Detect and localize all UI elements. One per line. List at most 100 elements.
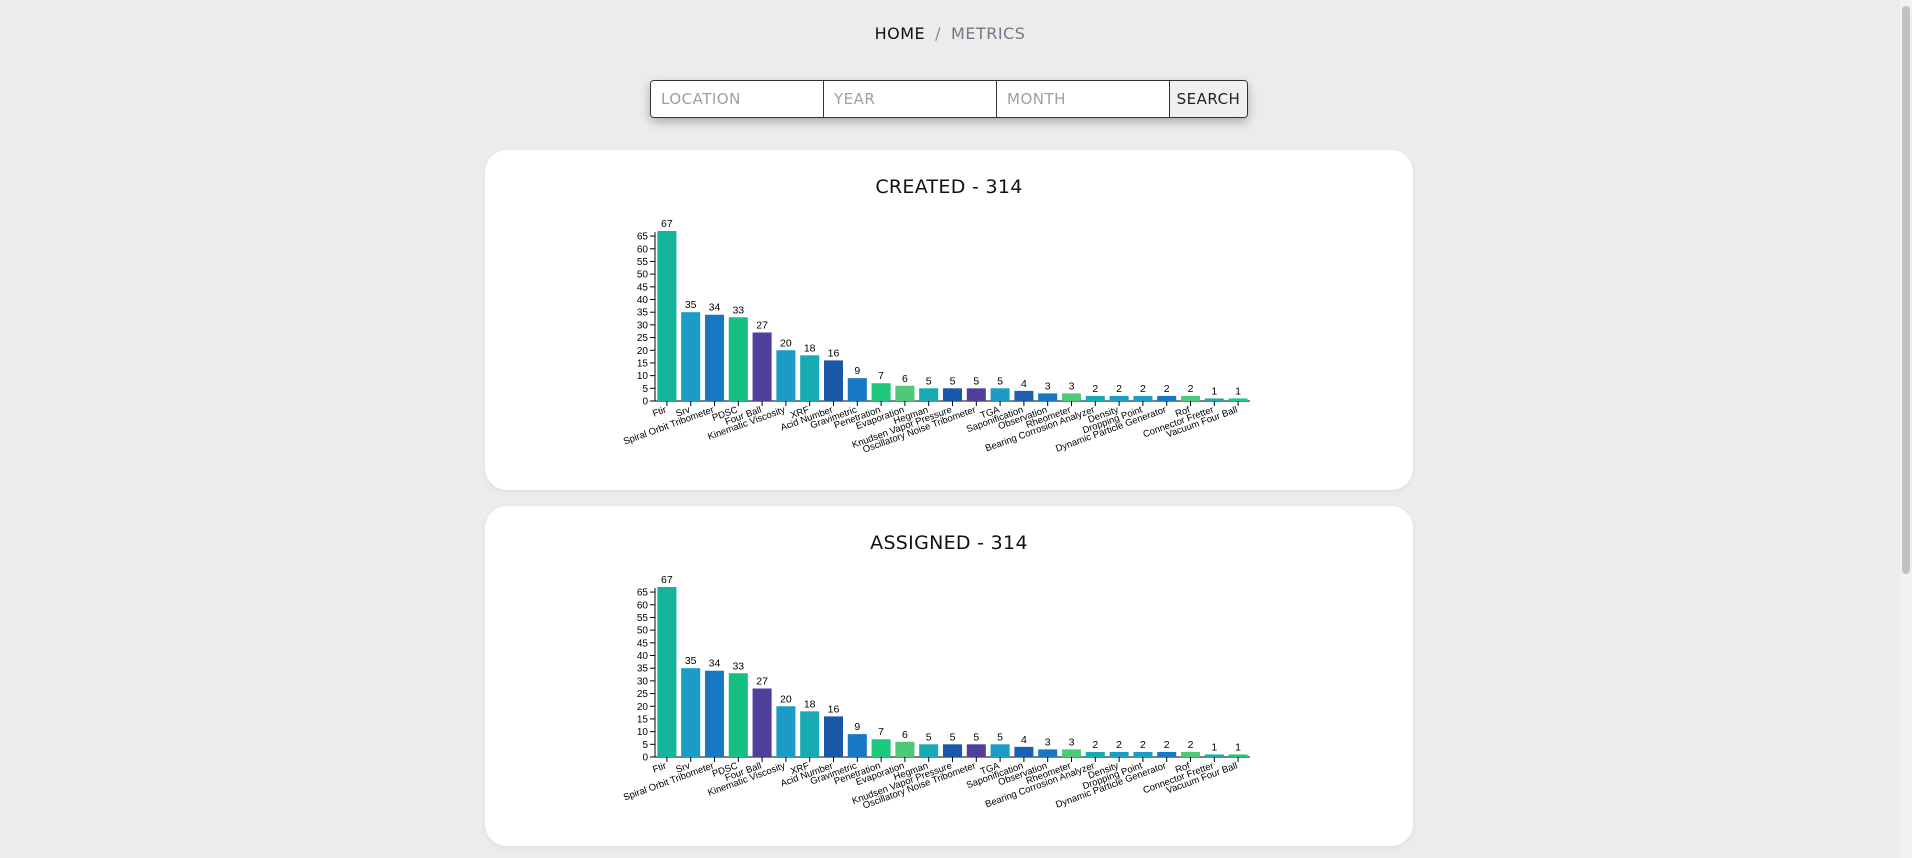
y-tick-label: 60 (637, 244, 649, 255)
bar (895, 741, 915, 757)
y-tick-label: 15 (637, 358, 649, 369)
scrollbar-thumb[interactable] (1902, 6, 1910, 574)
breadcrumb-separator: / (935, 24, 942, 43)
breadcrumb-home-link[interactable]: HOME (875, 24, 926, 43)
y-tick-label: 40 (637, 295, 649, 306)
data-label: 3 (1045, 380, 1051, 392)
data-label: 2 (1188, 739, 1194, 751)
y-tick-label: 45 (637, 638, 649, 649)
breadcrumb: HOME / METRICS (0, 24, 1900, 43)
data-label: 5 (997, 731, 1003, 743)
bar (704, 314, 725, 401)
x-tick-label: Spiral Orbit Tribometer (622, 760, 716, 803)
y-tick-label: 25 (637, 689, 649, 700)
x-tick-label: Spiral Orbit Tribometer (622, 404, 716, 447)
y-tick-label: 25 (637, 333, 649, 344)
data-label: 5 (973, 731, 979, 743)
year-input[interactable] (824, 81, 997, 117)
bar (704, 670, 725, 757)
y-tick-label: 60 (637, 600, 649, 611)
bar (966, 744, 986, 757)
data-label: 9 (854, 365, 860, 377)
y-tick-label: 30 (637, 676, 649, 687)
bar (776, 350, 796, 401)
bar (1014, 746, 1034, 757)
bar (1038, 749, 1058, 757)
bar (728, 317, 748, 401)
bar (823, 360, 844, 401)
month-input[interactable] (997, 81, 1170, 117)
bar (1204, 398, 1224, 401)
bar (1109, 395, 1129, 401)
data-label: 20 (780, 337, 792, 349)
bar (657, 587, 677, 757)
location-input[interactable] (651, 81, 824, 117)
y-tick-label: 65 (637, 588, 649, 599)
bar (1157, 751, 1177, 757)
y-tick-label: 35 (637, 308, 649, 319)
data-label: 2 (1140, 739, 1146, 751)
y-tick-label: 55 (637, 257, 649, 268)
bar (1133, 751, 1153, 757)
y-tick-label: 20 (637, 702, 649, 713)
data-label: 2 (1188, 383, 1194, 395)
y-tick-label: 45 (637, 282, 649, 293)
y-tick-label: 35 (637, 664, 649, 675)
data-label: 2 (1164, 739, 1170, 751)
bar (800, 355, 820, 401)
y-tick-label: 50 (637, 270, 649, 281)
y-tick-label: 55 (637, 613, 649, 624)
data-label: 4 (1021, 734, 1027, 746)
page-scrollbar[interactable] (1900, 0, 1912, 858)
bar (1061, 393, 1082, 401)
data-label: 1 (1211, 385, 1217, 397)
y-tick-label: 10 (637, 727, 649, 738)
data-label: 3 (1069, 736, 1075, 748)
y-tick-label: 15 (637, 714, 649, 725)
bar (681, 312, 701, 401)
data-label: 1 (1211, 741, 1217, 753)
data-label: 27 (756, 675, 768, 687)
data-label: 18 (804, 342, 816, 354)
data-label: 5 (950, 731, 956, 743)
y-tick-label: 20 (637, 346, 649, 357)
bar (823, 716, 844, 757)
bar (728, 673, 748, 757)
data-label: 6 (902, 729, 908, 741)
bar (1228, 754, 1248, 757)
bar (966, 388, 986, 401)
data-label: 5 (973, 375, 979, 387)
bar (800, 711, 820, 757)
bar (871, 383, 891, 401)
bar (1085, 751, 1105, 757)
bar (895, 385, 915, 401)
bar (1061, 749, 1082, 757)
data-label: 6 (902, 373, 908, 385)
data-label: 16 (828, 347, 840, 359)
data-label: 7 (878, 726, 884, 738)
bar (871, 739, 891, 757)
bar (776, 706, 796, 757)
data-label: 2 (1164, 383, 1170, 395)
y-tick-label: 50 (637, 626, 649, 637)
assigned-bar-chart: 0510152025303540455055606567Ftir35Srv34S… (622, 574, 1250, 812)
data-label: 9 (854, 721, 860, 733)
data-label: 1 (1235, 385, 1241, 397)
y-tick-label: 5 (642, 384, 648, 395)
data-label: 5 (997, 375, 1003, 387)
x-tick-label: Ftir (651, 404, 668, 419)
bar (752, 688, 772, 757)
search-button[interactable]: SEARCH (1170, 81, 1247, 117)
bar (942, 744, 963, 757)
bar (990, 744, 1010, 757)
data-label: 34 (709, 658, 721, 670)
data-label: 20 (780, 693, 792, 705)
y-tick-label: 10 (637, 371, 649, 382)
bar (990, 388, 1010, 401)
y-tick-label: 5 (642, 740, 648, 751)
data-label: 1 (1235, 741, 1241, 753)
bar (1228, 398, 1248, 401)
data-label: 67 (661, 574, 673, 586)
bar (1204, 754, 1224, 757)
data-label: 7 (878, 370, 884, 382)
